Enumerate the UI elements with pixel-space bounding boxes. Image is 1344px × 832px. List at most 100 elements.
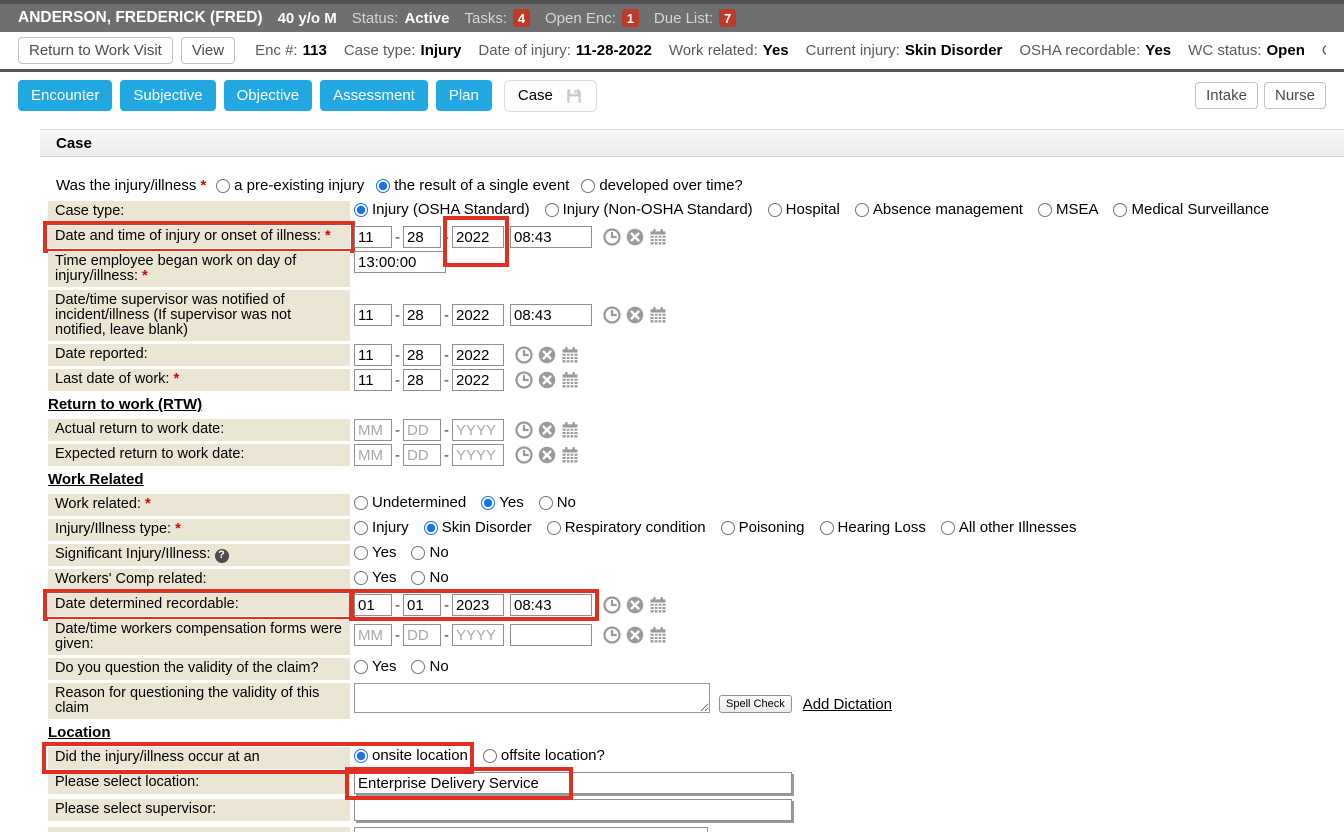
last-work-year-input[interactable] <box>452 369 504 391</box>
actual-rtw-month-input[interactable] <box>354 419 392 441</box>
clear-icon[interactable] <box>626 228 644 246</box>
clear-icon[interactable] <box>626 306 644 324</box>
nurse-button[interactable]: Nurse <box>1264 82 1326 109</box>
injury-month-input[interactable] <box>354 226 392 248</box>
clear-icon[interactable] <box>538 421 556 439</box>
clear-icon[interactable] <box>538 346 556 364</box>
radio-onsite-location[interactable]: onsite location <box>354 747 468 764</box>
injury-day-input[interactable] <box>403 226 441 248</box>
recordable-day-input[interactable] <box>403 594 441 616</box>
radio-significant-no[interactable]: No <box>411 544 448 561</box>
view-button[interactable]: View <box>181 37 235 64</box>
tab-subjective[interactable]: Subjective <box>120 80 215 111</box>
reported-day-input[interactable] <box>403 344 441 366</box>
radio-pre-existing[interactable]: a pre-existing injury <box>216 177 364 194</box>
actual-rtw-day-input[interactable] <box>403 419 441 441</box>
supervisor-time-input[interactable] <box>510 304 592 326</box>
reported-month-input[interactable] <box>354 344 392 366</box>
save-icon[interactable] <box>565 87 583 105</box>
radio-type-hearing-loss[interactable]: Hearing Loss <box>820 519 926 536</box>
return-to-work-visit-button[interactable]: Return to Work Visit <box>18 37 173 64</box>
open-enc-badge[interactable]: 1 <box>622 9 639 27</box>
injury-year-input[interactable] <box>452 226 504 248</box>
time-began-work-input[interactable] <box>354 251 446 273</box>
radio-type-injury[interactable]: Injury <box>354 519 409 536</box>
tab-assessment[interactable]: Assessment <box>320 80 428 111</box>
date-recordable-label: Date determined recordable: <box>48 594 350 616</box>
spell-check-button[interactable]: Spell Check <box>719 695 792 713</box>
add-dictation-link[interactable]: Add Dictation <box>803 696 892 713</box>
radio-hospital[interactable]: Hospital <box>768 201 840 218</box>
tasks-badge[interactable]: 4 <box>513 9 530 27</box>
clock-icon[interactable] <box>603 626 621 644</box>
recordable-time-input[interactable] <box>510 594 592 616</box>
calendar-icon[interactable] <box>649 306 667 324</box>
validity-reason-textarea[interactable] <box>354 683 710 713</box>
wc-forms-month-input[interactable] <box>354 624 392 646</box>
clock-icon[interactable] <box>515 421 533 439</box>
radio-offsite-location[interactable]: offsite location? <box>483 747 605 764</box>
clock-icon[interactable] <box>603 306 621 324</box>
calendar-icon[interactable] <box>649 626 667 644</box>
calendar-icon[interactable] <box>649 228 667 246</box>
calendar-icon[interactable] <box>561 446 579 464</box>
radio-wc-yes[interactable]: Yes <box>354 569 396 586</box>
radio-validity-no[interactable]: No <box>411 658 448 675</box>
radio-significant-yes[interactable]: Yes <box>354 544 396 561</box>
radio-undetermined[interactable]: Undetermined <box>354 494 466 511</box>
wc-forms-year-input[interactable] <box>452 624 504 646</box>
actual-rtw-year-input[interactable] <box>452 419 504 441</box>
radio-work-related-yes[interactable]: Yes <box>481 494 523 511</box>
clock-icon[interactable] <box>515 371 533 389</box>
radio-msea[interactable]: MSEA <box>1038 201 1099 218</box>
expected-rtw-year-input[interactable] <box>452 444 504 466</box>
radio-type-poisoning[interactable]: Poisoning <box>721 519 805 536</box>
radio-injury-non-osha[interactable]: Injury (Non-OSHA Standard) <box>545 201 753 218</box>
calendar-icon[interactable] <box>561 346 579 364</box>
help-icon[interactable]: ? <box>215 549 229 563</box>
tab-encounter[interactable]: Encounter <box>18 80 112 111</box>
clock-icon[interactable] <box>515 446 533 464</box>
clear-icon[interactable] <box>538 446 556 464</box>
radio-injury-osha[interactable]: Injury (OSHA Standard) <box>354 201 530 218</box>
calendar-icon[interactable] <box>561 371 579 389</box>
expected-rtw-day-input[interactable] <box>403 444 441 466</box>
calendar-icon[interactable] <box>649 596 667 614</box>
reported-year-input[interactable] <box>452 344 504 366</box>
injury-time-input[interactable] <box>510 226 592 248</box>
location-input[interactable] <box>354 772 792 794</box>
last-work-month-input[interactable] <box>354 369 392 391</box>
radio-developed-over-time[interactable]: developed over time? <box>581 177 742 194</box>
radio-single-event[interactable]: the result of a single event <box>376 177 569 194</box>
radio-type-respiratory[interactable]: Respiratory condition <box>547 519 706 536</box>
supervisor-year-input[interactable] <box>452 304 504 326</box>
recordable-year-input[interactable] <box>452 594 504 616</box>
expected-rtw-month-input[interactable] <box>354 444 392 466</box>
radio-work-related-no[interactable]: No <box>539 494 576 511</box>
calendar-icon[interactable] <box>561 421 579 439</box>
radio-validity-yes[interactable]: Yes <box>354 658 396 675</box>
clock-icon[interactable] <box>515 346 533 364</box>
partial-bottom-input[interactable] <box>354 827 708 832</box>
clear-icon[interactable] <box>626 596 644 614</box>
due-list-badge[interactable]: 7 <box>719 9 736 27</box>
clock-icon[interactable] <box>603 596 621 614</box>
radio-medical-surveillance[interactable]: Medical Surveillance <box>1113 201 1269 218</box>
recordable-month-input[interactable] <box>354 594 392 616</box>
clear-icon[interactable] <box>538 371 556 389</box>
wc-forms-time-input[interactable] <box>510 624 592 646</box>
supervisor-month-input[interactable] <box>354 304 392 326</box>
clear-icon[interactable] <box>626 626 644 644</box>
radio-wc-no[interactable]: No <box>411 569 448 586</box>
radio-type-all-other[interactable]: All other Illnesses <box>941 519 1077 536</box>
intake-button[interactable]: Intake <box>1195 82 1258 109</box>
wc-forms-day-input[interactable] <box>403 624 441 646</box>
radio-type-skin-disorder[interactable]: Skin Disorder <box>424 519 532 536</box>
radio-absence-management[interactable]: Absence management <box>855 201 1023 218</box>
supervisor-input[interactable] <box>354 799 792 821</box>
supervisor-day-input[interactable] <box>403 304 441 326</box>
tab-plan[interactable]: Plan <box>436 80 492 111</box>
tab-objective[interactable]: Objective <box>224 80 313 111</box>
last-work-day-input[interactable] <box>403 369 441 391</box>
clock-icon[interactable] <box>603 228 621 246</box>
